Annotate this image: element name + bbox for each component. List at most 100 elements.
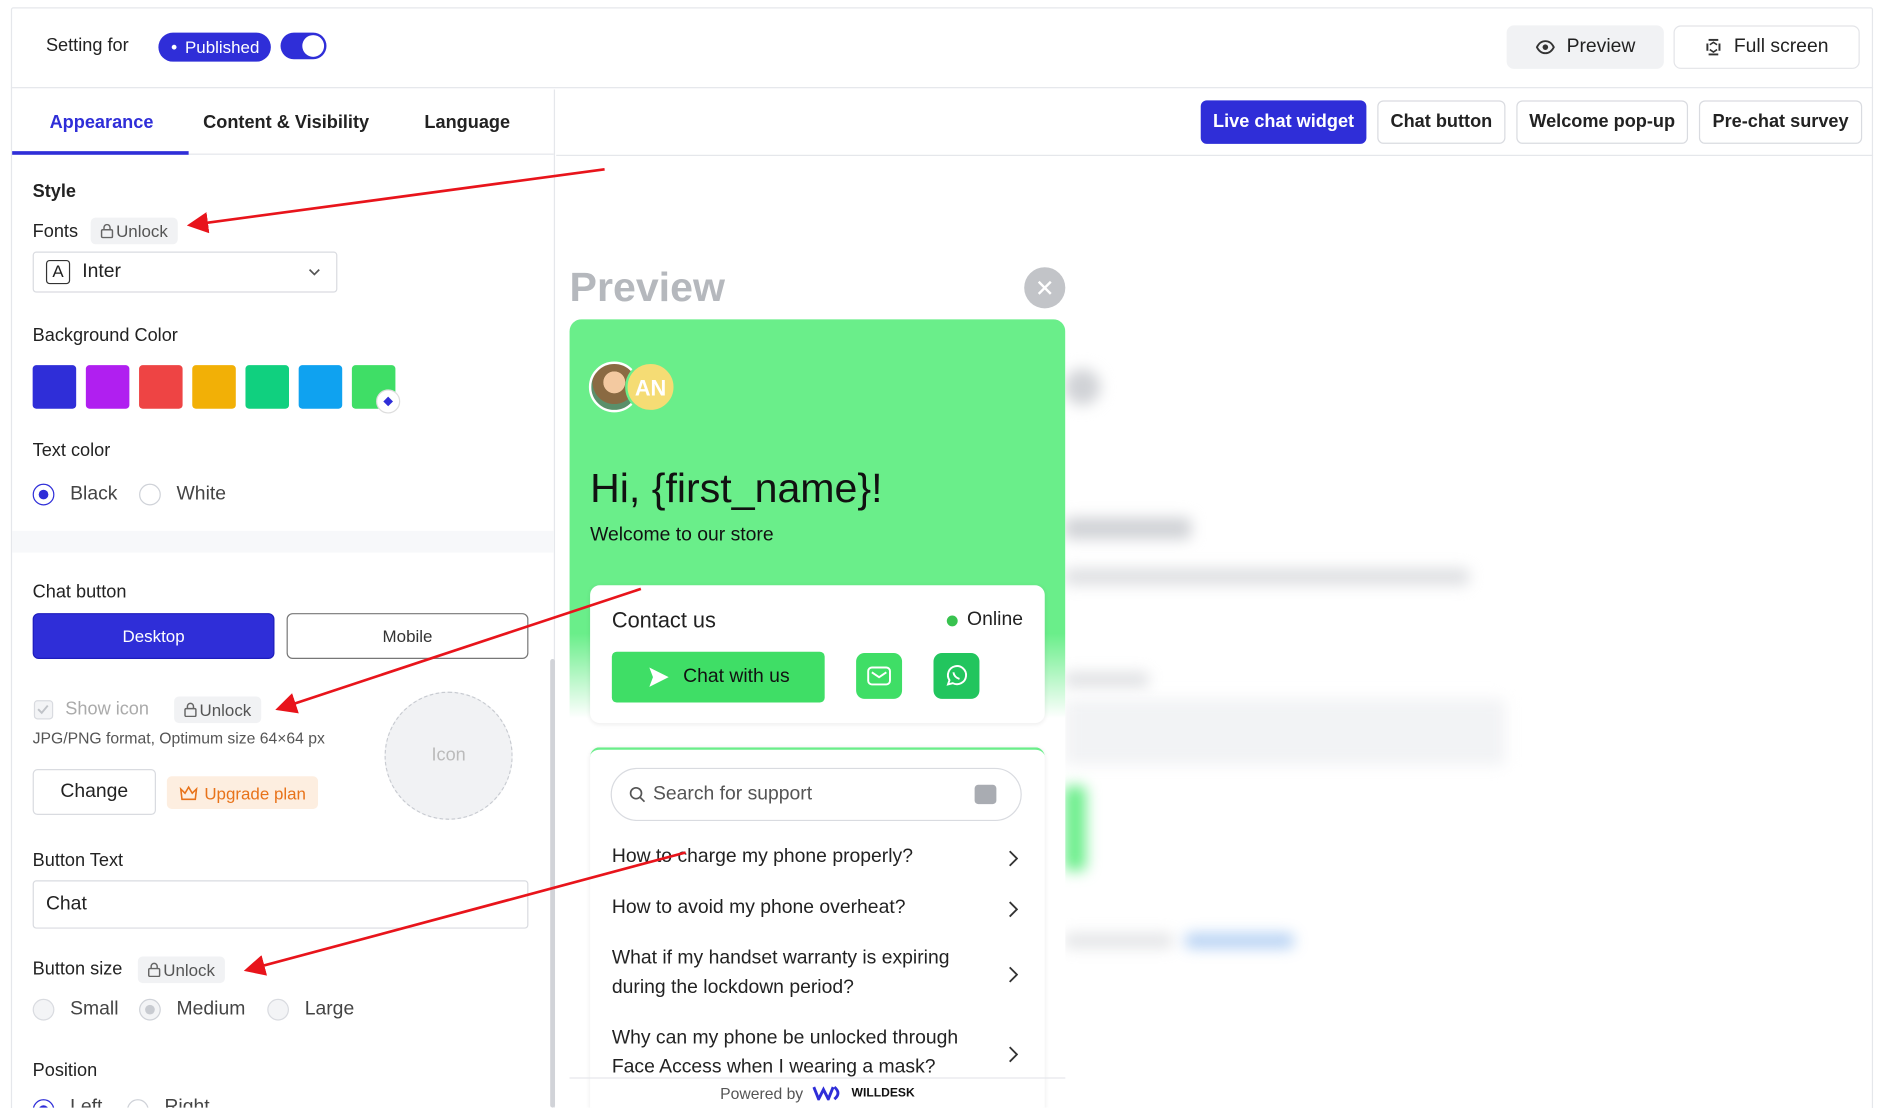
online-label: Online <box>967 609 1023 630</box>
upgrade-plan-button[interactable]: Upgrade plan <box>166 776 319 809</box>
chat-with-us-button[interactable]: Chat with us <box>611 651 825 703</box>
text-color-black-radio[interactable] <box>32 483 55 506</box>
powered-by-label: Powered by <box>720 1084 804 1103</box>
whatsapp-icon <box>946 665 967 686</box>
text-color-label: Text color <box>32 440 111 461</box>
chevron-down-icon <box>308 269 320 276</box>
tab-language[interactable]: Language <box>424 112 510 133</box>
unlock-label: Unlock <box>116 221 168 241</box>
button-text-label: Button Text <box>32 850 124 871</box>
lock-icon <box>100 223 114 239</box>
full-screen-label: Full screen <box>1733 36 1829 57</box>
color-swatch[interactable] <box>245 365 289 409</box>
tab-content-visibility[interactable]: Content & Visibility <box>203 112 369 133</box>
faq-text: Why can my phone be unlocked through Fac… <box>611 1027 959 1078</box>
chevron-right-icon <box>1009 1046 1019 1063</box>
faq-text: How to avoid my phone overheat? <box>611 897 906 918</box>
position-right-label: Right <box>164 1096 210 1108</box>
tab-welcome-popup[interactable]: Welcome pop-up <box>1516 100 1689 144</box>
full-screen-button[interactable]: Full screen <box>1673 25 1860 69</box>
close-icon <box>1037 280 1052 295</box>
send-icon <box>649 667 669 687</box>
settings-scrollbar[interactable] <box>550 659 556 1108</box>
brand-name: WILLDESK <box>851 1086 915 1100</box>
section-divider <box>12 530 554 553</box>
fullscreen-icon <box>1706 38 1721 56</box>
show-icon-unlock-badge[interactable]: Unlock <box>174 696 261 724</box>
chat-bubble-icon <box>974 784 997 805</box>
color-swatch[interactable] <box>139 365 183 409</box>
published-status-pill[interactable]: Published <box>158 32 271 62</box>
settings-panel: Appearance Content & Visibility Language… <box>12 89 556 1108</box>
mail-icon <box>867 666 891 686</box>
email-button[interactable] <box>856 652 903 699</box>
color-swatch[interactable] <box>32 365 77 409</box>
contact-us-title: Contact us <box>611 608 716 633</box>
color-swatch[interactable] <box>298 365 343 409</box>
chevron-right-icon <box>1009 901 1019 918</box>
faq-item[interactable]: How to charge my phone properly? <box>612 843 1023 874</box>
blurred-background <box>1064 568 1470 586</box>
lock-icon <box>148 962 161 978</box>
fonts-unlock-badge[interactable]: Unlock <box>90 217 178 245</box>
chat-widget-preview: AN Hi, {first_name}! Welcome to our stor… <box>569 319 1066 1108</box>
support-card: Search for support How to charge my phon… <box>590 747 1045 1108</box>
button-text-input[interactable]: Chat <box>32 880 529 929</box>
show-icon-checkbox[interactable] <box>33 700 54 720</box>
chat-button-heading: Chat button <box>32 581 127 603</box>
lock-icon <box>184 702 197 718</box>
checkmark-icon <box>37 704 49 715</box>
size-small-radio[interactable] <box>32 998 55 1021</box>
change-icon-button[interactable]: Change <box>32 769 156 816</box>
preview-tabs-divider <box>556 154 1874 156</box>
publish-toggle[interactable] <box>280 32 327 60</box>
faq-item[interactable]: Why can my phone be unlocked through Fac… <box>612 1024 1023 1084</box>
toggle-knob <box>302 35 325 57</box>
icon-format-hint: JPG/PNG format, Optimum size 64×64 px <box>32 729 325 748</box>
online-status: Online <box>946 609 1023 631</box>
blurred-background <box>1185 933 1294 949</box>
faq-item[interactable]: How to avoid my phone overheat? <box>612 894 1023 925</box>
color-swatch[interactable] <box>351 365 401 414</box>
tab-pre-chat-survey[interactable]: Pre-chat survey <box>1698 100 1863 144</box>
text-color-white-radio[interactable] <box>139 483 161 506</box>
blurred-background <box>1064 785 1086 871</box>
size-large-radio[interactable] <box>267 998 289 1021</box>
color-swatch[interactable] <box>192 365 236 409</box>
upgrade-label: Upgrade plan <box>204 782 306 803</box>
blurred-background <box>1064 672 1149 687</box>
color-swatch[interactable] <box>85 365 130 409</box>
blurred-background <box>1064 368 1101 406</box>
font-select[interactable]: A Inter <box>32 251 338 293</box>
text-color-white-label: White <box>176 483 227 505</box>
desktop-segment[interactable]: Desktop <box>32 613 275 660</box>
published-label: Published <box>185 37 260 57</box>
size-medium-radio[interactable] <box>139 998 161 1021</box>
tab-chat-button[interactable]: Chat button <box>1377 100 1506 144</box>
button-size-unlock-badge[interactable]: Unlock <box>137 956 225 984</box>
size-small-label: Small <box>70 998 119 1020</box>
font-a-icon: A <box>45 259 71 285</box>
paint-bucket-icon <box>376 389 401 414</box>
position-left-label: Left <box>70 1096 103 1108</box>
close-preview-button[interactable] <box>1024 267 1066 309</box>
settings-tabs: Appearance Content & Visibility Language <box>12 89 554 155</box>
eye-icon <box>1535 40 1555 55</box>
position-left-radio[interactable] <box>32 1099 55 1108</box>
agent-initials-avatar: AN <box>625 361 676 413</box>
text-color-black-label: Black <box>70 483 118 505</box>
faq-item[interactable]: What if my handset warranty is expiring … <box>612 944 1023 1004</box>
tab-appearance[interactable]: Appearance <box>50 112 154 133</box>
whatsapp-button[interactable] <box>933 652 980 699</box>
show-icon-label: Show icon <box>65 698 149 720</box>
unlock-label: Unlock <box>199 700 252 720</box>
preview-button[interactable]: Preview <box>1506 25 1664 69</box>
tab-live-chat-widget[interactable]: Live chat widget <box>1200 100 1367 144</box>
crown-icon <box>179 785 198 800</box>
position-right-radio[interactable] <box>126 1099 149 1108</box>
icon-upload-preview[interactable]: Icon <box>384 691 513 820</box>
position-label: Position <box>32 1060 98 1082</box>
status-dot-icon <box>171 44 177 50</box>
support-search-input[interactable]: Search for support <box>610 767 1022 822</box>
mobile-segment[interactable]: Mobile <box>286 613 529 660</box>
